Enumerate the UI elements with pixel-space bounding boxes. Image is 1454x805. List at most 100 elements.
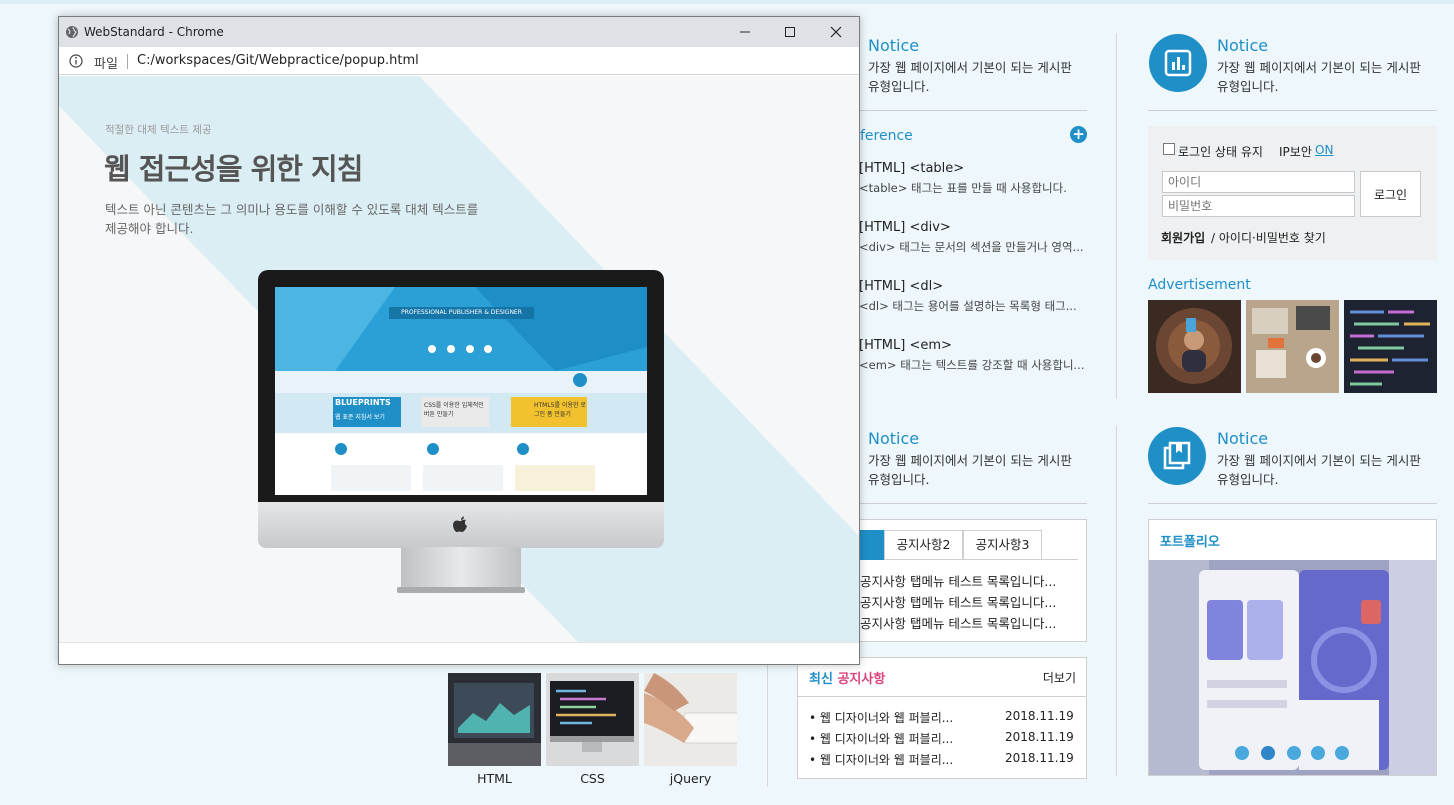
news-item-text: • 웹 디자이너와 웹 퍼블리... [809, 711, 954, 725]
slide-dot[interactable] [1335, 746, 1349, 760]
slide-dot[interactable] [1235, 746, 1249, 760]
portfolio-title: 포트폴리오 [1160, 535, 1220, 550]
more-link[interactable]: 더보기 [1043, 669, 1076, 686]
globe-icon [66, 26, 78, 38]
column-divider [1116, 33, 1117, 399]
notice-desc: 가장 웹 페이지에서 기본이 되는 게시판 유형입니다. [1217, 58, 1442, 96]
notice-title[interactable]: Notice [868, 429, 919, 448]
news-item[interactable]: • 웹 디자이너와 웹 퍼블리... [809, 751, 953, 768]
slide-dot-active[interactable] [1261, 746, 1275, 760]
keep-login-label: 로그인 상태 유지 [1178, 145, 1263, 159]
minimize-icon [740, 31, 750, 33]
screen-card-3: HTML5를 이용한 로그인 폼 만들기 [534, 402, 586, 418]
jquery-thumbnail[interactable] [644, 673, 737, 766]
slide-dot[interactable] [1311, 746, 1325, 760]
maximize-button[interactable] [770, 21, 810, 43]
notice-title[interactable]: Notice [868, 36, 919, 55]
popup-body-line: 텍스트 아닌 콘텐츠는 그 의미나 용도를 이해할 수 있도록 대체 텍스트를 [105, 202, 479, 217]
close-button[interactable] [816, 21, 856, 43]
divider [860, 503, 1087, 504]
news-item[interactable]: • 웹 디자이너와 웹 퍼블리... [809, 709, 953, 726]
monitor-stand [401, 547, 521, 589]
notice-desc-line: 가장 웹 페이지에서 기본이 되는 게시판 [1217, 453, 1421, 468]
id-input[interactable] [1162, 171, 1355, 193]
join-link[interactable]: 회원가입 [1161, 229, 1205, 246]
advertisement-title: Advertisement [1148, 277, 1251, 293]
keep-login-checkbox[interactable] [1163, 143, 1175, 155]
screen-card-1: BLUEPRINTS [335, 398, 391, 407]
tab-notice-3[interactable]: 공지사항3 [963, 530, 1042, 560]
login-button[interactable]: 로그인 [1360, 171, 1421, 217]
address-separator [127, 54, 128, 69]
thumb-label-css: CSS [580, 771, 605, 786]
notice-desc-line: 가장 웹 페이지에서 기본이 되는 게시판 [868, 60, 1072, 75]
popup-body-line: 제공해야 합니다. [105, 221, 194, 236]
news-date: 2018.11.19 [1005, 730, 1074, 744]
reference-item-title[interactable]: [HTML] <em> [859, 338, 952, 353]
divider [798, 696, 1086, 697]
ad-image-2[interactable] [1246, 300, 1339, 393]
info-icon[interactable] [69, 54, 83, 68]
find-account-link[interactable]: / 아이디·비밀번호 찾기 [1211, 229, 1326, 246]
notice-desc: 가장 웹 페이지에서 기본이 되는 게시판 유형입니다. [868, 451, 1093, 489]
column-divider [1116, 426, 1117, 776]
thumb-label-jquery: jQuery [669, 771, 712, 786]
imac-illustration: PROFESSIONAL PUBLISHER & DESIGNER BLUEPR… [258, 270, 664, 548]
screen-card-1-sub: 웹 표준 지침서 보기 [335, 414, 385, 421]
maximize-icon [785, 27, 795, 37]
apple-logo-icon [453, 516, 467, 532]
ad-image-3[interactable] [1344, 300, 1437, 393]
screen-card-2: CSS를 이용한 입체적인 버튼 만들기 [424, 402, 484, 418]
popup-body: 텍스트 아닌 콘텐츠는 그 의미나 용도를 이해할 수 있도록 대체 텍스트를 … [105, 200, 505, 238]
tab-list-item[interactable]: 공지사항 탭메뉴 테스트 목록입니다... [860, 592, 1056, 611]
popup-footer [59, 643, 859, 664]
news-item-text: • 웹 디자이너와 웹 퍼블리... [809, 732, 954, 746]
tab-list-item[interactable]: 공지사항 탭메뉴 테스트 목록입니다... [860, 571, 1056, 590]
notice-desc-line: 유형입니다. [1217, 472, 1279, 487]
popup-content: 적절한 대체 텍스트 제공 웹 접근성을 위한 지침 텍스트 아닌 콘텐츠는 그… [59, 76, 859, 643]
reference-item-desc: <table> 태그는 표를 만들 때 사용합니다. [859, 181, 1067, 195]
reference-item-desc: <div> 태그는 문서의 섹션을 만들거나 영역... [859, 240, 1084, 254]
news-date: 2018.11.19 [1005, 751, 1074, 765]
reference-item-title[interactable]: [HTML] <dl> [859, 279, 943, 294]
monitor-base [397, 587, 525, 593]
notice-title[interactable]: Notice [1217, 429, 1268, 448]
ad-image-1[interactable] [1148, 300, 1241, 393]
caption: 적절한 대체 텍스트 제공 [105, 124, 212, 136]
tab-underline [1042, 559, 1078, 560]
popup-heading: 웹 접근성을 위한 지침 [104, 152, 363, 186]
reference-item-desc: <dl> 태그는 용어를 설명하는 목록형 태그... [859, 299, 1077, 313]
portfolio-slide[interactable] [1149, 560, 1437, 776]
login-box: 로그인 상태 유지 IP보안 ON 로그인 회원가입 / 아이디·비밀번호 찾기 [1148, 126, 1437, 260]
monitor-screen: PROFESSIONAL PUBLISHER & DESIGNER BLUEPR… [275, 287, 647, 495]
notice-title[interactable]: Notice [1217, 36, 1268, 55]
portfolio-box: 포트폴리오 [1148, 519, 1437, 776]
tab-list-item[interactable]: 공지사항 탭메뉴 테스트 목록입니다... [860, 613, 1056, 632]
plus-icon[interactable]: + [1070, 126, 1087, 143]
popup-window[interactable]: WebStandard - Chrome 파일 C:/workspaces/Gi… [58, 16, 860, 665]
divider [1148, 110, 1437, 111]
news-date: 2018.11.19 [1005, 709, 1074, 723]
news-item-text: • 웹 디자이너와 웹 퍼블리... [809, 753, 954, 767]
notice-desc-line: 가장 웹 페이지에서 기본이 되는 게시판 [1217, 60, 1421, 75]
html-thumbnail[interactable] [448, 673, 541, 766]
tab-notice-2[interactable]: 공지사항2 [884, 530, 963, 560]
latest-notice-title: 최신 공지사항 [809, 668, 885, 687]
reference-title: ference [860, 128, 913, 144]
chart-icon [1149, 34, 1207, 92]
reference-item-title[interactable]: [HTML] <div> [859, 220, 951, 235]
window-titlebar[interactable]: WebStandard - Chrome [59, 17, 859, 47]
address-bar[interactable]: 파일 C:/workspaces/Git/Webpractice/popup.h… [59, 47, 859, 75]
slide-dot[interactable] [1287, 746, 1301, 760]
ip-security-toggle[interactable]: ON [1315, 143, 1333, 157]
password-input[interactable] [1162, 195, 1355, 217]
minimize-button[interactable] [725, 21, 765, 43]
news-item[interactable]: • 웹 디자이너와 웹 퍼블리... [809, 730, 953, 747]
notice-desc-line: 유형입니다. [868, 472, 930, 487]
address-url[interactable]: C:/workspaces/Git/Webpractice/popup.html [137, 53, 419, 68]
reference-item-title[interactable]: [HTML] <table> [859, 161, 964, 176]
css-thumbnail[interactable] [546, 673, 639, 766]
screen-banner: PROFESSIONAL PUBLISHER & DESIGNER [389, 307, 534, 319]
latest-notice-box: 최신 공지사항 더보기 • 웹 디자이너와 웹 퍼블리... 2018.11.1… [797, 657, 1087, 779]
reference-item-desc: <em> 태그는 텍스트를 강조할 때 사용합니... [859, 358, 1085, 372]
